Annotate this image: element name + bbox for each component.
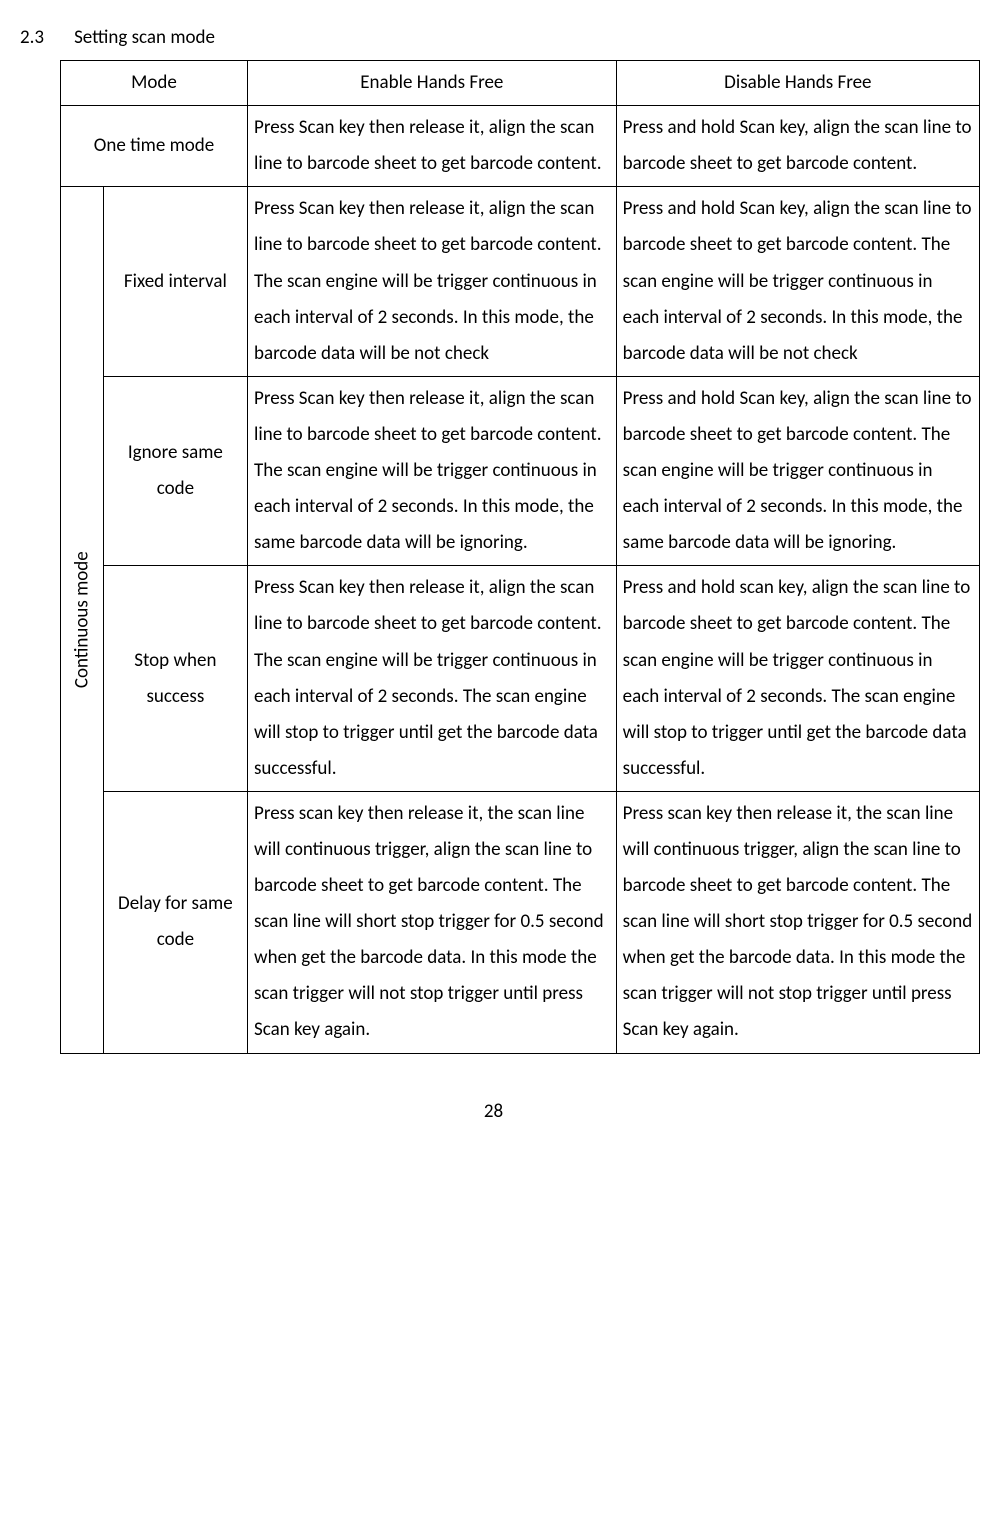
mode-one-time: One time mode <box>61 106 248 187</box>
page-number: 28 <box>30 1094 957 1130</box>
submode-stop-when-success: Stop when success <box>103 566 247 792</box>
cell-enable: Press scan key then release it, the scan… <box>248 791 617 1053</box>
submode-fixed-interval: Fixed interval <box>103 187 247 376</box>
cell-enable: Press Scan key then release it, align th… <box>248 566 617 792</box>
header-disable: Disable Hands Free <box>616 61 979 106</box>
section-title: Setting scan mode <box>74 20 215 56</box>
cell-disable: Press and hold Scan key, align the scan … <box>616 106 979 187</box>
scan-mode-table: Mode Enable Hands Free Disable Hands Fre… <box>60 60 980 1053</box>
submode-delay-same-code: Delay for same code <box>103 791 247 1053</box>
table-row: Delay for same code Press scan key then … <box>61 791 980 1053</box>
section-header: 2.3 Setting scan mode <box>20 20 957 56</box>
submode-ignore-same-code: Ignore same code <box>103 376 247 565</box>
section-number: 2.3 <box>20 20 44 56</box>
cell-enable: Press Scan key then release it, align th… <box>248 376 617 565</box>
cell-disable: Press scan key then release it, the scan… <box>616 791 979 1053</box>
table-row: One time mode Press Scan key then releas… <box>61 106 980 187</box>
header-enable: Enable Hands Free <box>248 61 617 106</box>
group-continuous-mode: Continuous mode <box>61 187 104 1053</box>
table-row: Continuous mode Fixed interval Press Sca… <box>61 187 980 376</box>
cell-disable: Press and hold Scan key, align the scan … <box>616 376 979 565</box>
cell-disable: Press and hold scan key, align the scan … <box>616 566 979 792</box>
header-mode: Mode <box>61 61 248 106</box>
cell-disable: Press and hold Scan key, align the scan … <box>616 187 979 376</box>
table-header-row: Mode Enable Hands Free Disable Hands Fre… <box>61 61 980 106</box>
table-row: Ignore same code Press Scan key then rel… <box>61 376 980 565</box>
table-row: Stop when success Press Scan key then re… <box>61 566 980 792</box>
cell-enable: Press Scan key then release it, align th… <box>248 187 617 376</box>
cell-enable: Press Scan key then release it, align th… <box>248 106 617 187</box>
